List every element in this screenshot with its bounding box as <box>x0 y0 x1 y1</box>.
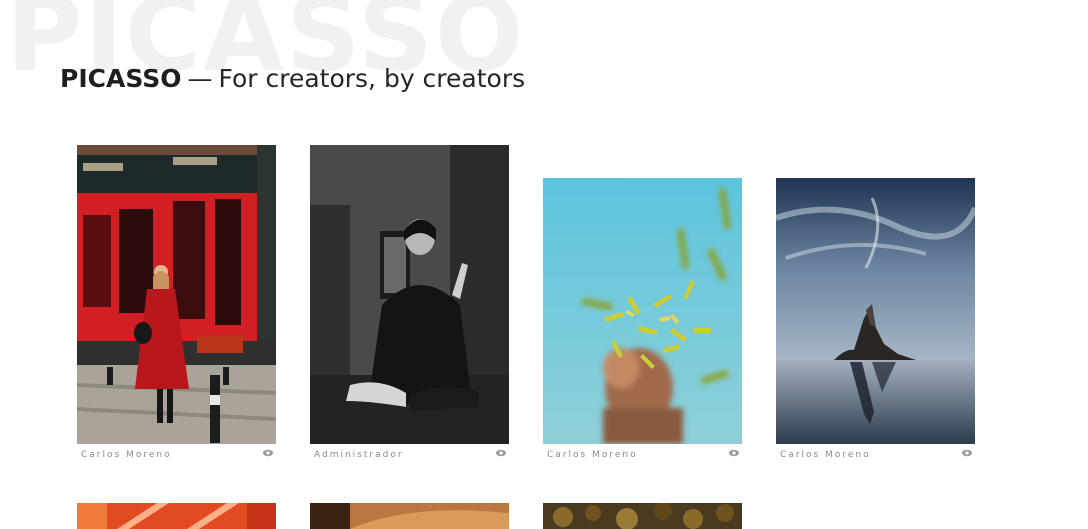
photo-bw-portrait <box>310 145 509 444</box>
gallery-photo[interactable] <box>77 503 276 529</box>
gallery-photo[interactable] <box>77 145 276 444</box>
gallery-card[interactable]: Carlos Moreno <box>776 178 975 466</box>
gallery-card[interactable]: Carlos Moreno <box>543 178 742 466</box>
eye-icon[interactable] <box>962 449 972 457</box>
card-meta: Carlos Moreno <box>543 446 742 466</box>
photo-partial-warm-brown <box>310 503 509 529</box>
gallery-photo[interactable] <box>310 503 509 529</box>
author-link[interactable]: Carlos Moreno <box>547 450 638 460</box>
card-meta: Administrador <box>310 446 509 466</box>
gallery-card[interactable]: Carlos Moreno <box>77 145 276 466</box>
card-meta: Carlos Moreno <box>776 446 975 466</box>
author-link[interactable]: Carlos Moreno <box>81 450 172 460</box>
author-link[interactable]: Carlos Moreno <box>780 450 871 460</box>
gallery-photo[interactable] <box>543 178 742 444</box>
card-meta: Carlos Moreno <box>77 446 276 466</box>
photo-confetti-sky <box>543 178 742 444</box>
author-link[interactable]: Administrador <box>314 450 404 460</box>
page-title: PICASSO — For creators, by creators <box>60 64 525 93</box>
photo-street-red-cafe <box>77 145 276 444</box>
photo-partial-red-orange <box>77 503 276 529</box>
gallery-photo[interactable] <box>310 145 509 444</box>
gallery-card[interactable]: Administrador <box>310 145 509 466</box>
photo-sea-rock <box>776 178 975 444</box>
title-separator: — <box>187 64 213 93</box>
eye-icon[interactable] <box>729 449 739 457</box>
brand-name: PICASSO <box>60 64 182 93</box>
gallery-photo[interactable] <box>543 503 742 529</box>
tagline: For creators, by creators <box>218 64 526 93</box>
eye-icon[interactable] <box>496 449 506 457</box>
gallery-photo[interactable] <box>776 178 975 444</box>
page: PICASSO PICASSO — For creators, by creator… <box>0 0 1088 529</box>
photo-partial-autumn-trees <box>543 503 742 529</box>
eye-icon[interactable] <box>263 449 273 457</box>
